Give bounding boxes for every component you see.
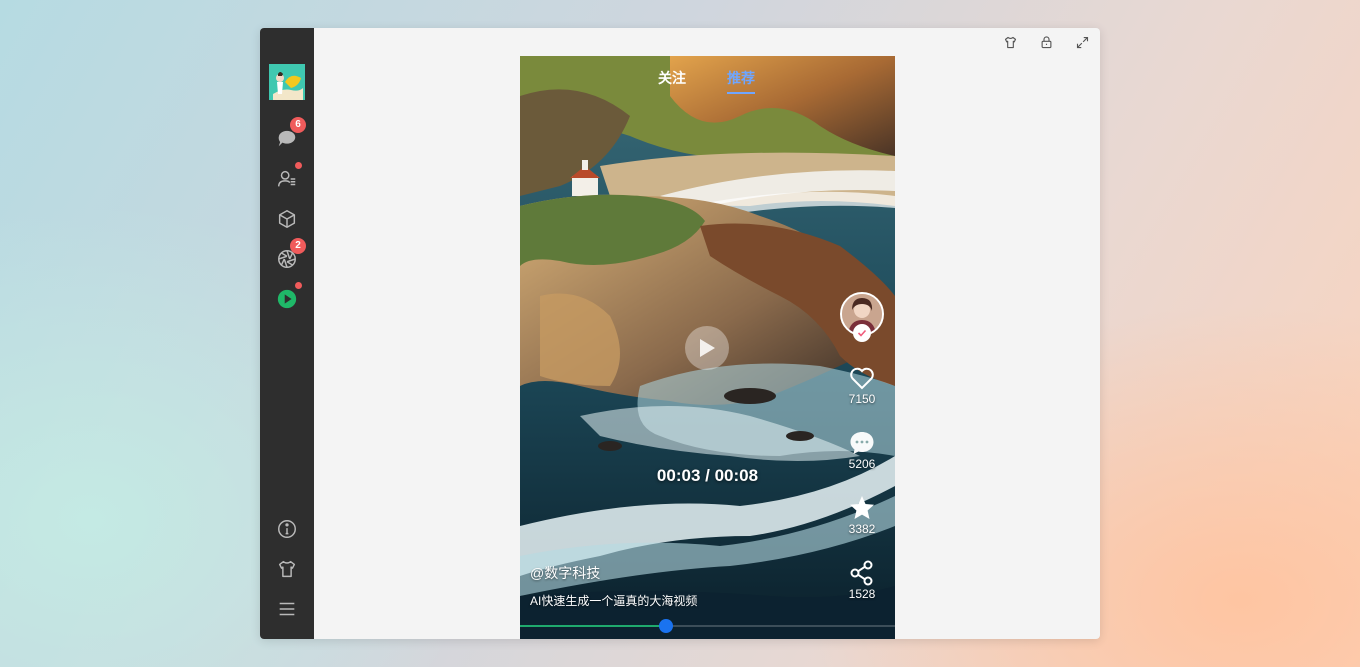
favorite-count: 3382 <box>848 522 876 536</box>
follow-button[interactable] <box>853 324 871 342</box>
fullscreen-button[interactable] <box>1074 34 1090 50</box>
contacts-icon <box>276 168 298 190</box>
tab-following[interactable]: 关注 <box>658 68 686 88</box>
tab-active-underline <box>727 92 755 94</box>
tab-recommended[interactable]: 推荐 <box>727 68 755 88</box>
progress-fill <box>520 625 667 627</box>
sidebar-item-contacts[interactable] <box>274 162 302 192</box>
star-icon <box>838 494 886 522</box>
play-icon <box>697 337 717 359</box>
lock-icon <box>1039 35 1054 50</box>
skin-button[interactable] <box>1002 34 1018 50</box>
info-icon <box>276 518 298 540</box>
sidebar-item-apps[interactable] <box>274 206 300 232</box>
sidebar-item-moments[interactable]: 2 <box>274 238 306 272</box>
share-icon <box>838 559 886 587</box>
favorite-button[interactable]: 3382 <box>838 494 886 536</box>
comment-button[interactable]: 5206 <box>838 429 886 471</box>
comment-count: 5206 <box>848 457 876 471</box>
share-button[interactable]: 1528 <box>838 559 886 601</box>
chat-badge: 6 <box>290 117 306 133</box>
app-logo-icon[interactable] <box>269 64 305 100</box>
video-dot <box>295 282 302 289</box>
sidebar-item-video[interactable] <box>274 282 302 312</box>
like-button[interactable]: 7150 <box>838 364 886 406</box>
tshirt-icon <box>1003 35 1018 50</box>
expand-icon <box>1075 35 1090 50</box>
cube-icon <box>276 208 298 230</box>
share-count: 1528 <box>848 587 876 601</box>
play-circle-icon <box>276 288 298 310</box>
menu-icon <box>276 598 298 620</box>
like-count: 7150 <box>848 392 876 406</box>
sidebar-item-menu[interactable] <box>274 596 300 622</box>
sidebar-item-chat[interactable]: 6 <box>274 117 306 151</box>
comment-icon <box>838 429 886 457</box>
tshirt-icon <box>276 558 298 580</box>
sidebar-item-skin[interactable] <box>274 556 300 582</box>
video-caption: AI快速生成一个逼真的大海视频 <box>530 594 698 608</box>
author-name[interactable]: @数字科技 <box>530 563 600 583</box>
contacts-dot <box>295 162 302 169</box>
play-button[interactable] <box>685 326 729 370</box>
progress-bar[interactable] <box>520 619 895 633</box>
check-icon <box>857 328 867 338</box>
lock-button[interactable] <box>1038 34 1054 50</box>
heart-icon <box>838 364 886 392</box>
moments-badge: 2 <box>290 238 306 254</box>
app-window: 6 2 关注 推荐 00:03 / 00:08 7150 5206 3382 1… <box>260 28 1100 639</box>
sidebar: 6 2 <box>260 28 314 639</box>
sidebar-item-about[interactable] <box>274 516 300 542</box>
video-player[interactable]: 关注 推荐 00:03 / 00:08 7150 5206 3382 1528 … <box>520 56 895 639</box>
